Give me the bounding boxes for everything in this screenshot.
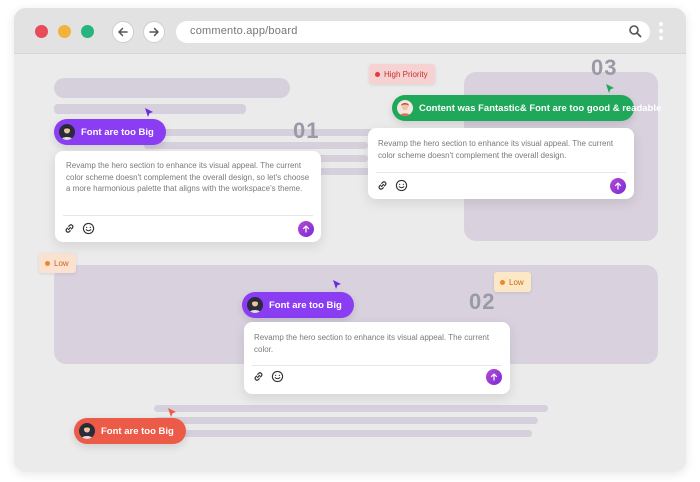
- priority-dot: [500, 279, 505, 285]
- placeholder-bar: [154, 417, 538, 424]
- search-icon[interactable]: [628, 24, 642, 38]
- section-number: 01: [293, 118, 320, 143]
- comment-pill-label: Font are too Big: [269, 299, 342, 311]
- comment-card: Revamp the hero section to enhance its v…: [368, 128, 634, 199]
- priority-dot: [375, 71, 380, 77]
- emoji-icon[interactable]: [271, 370, 284, 383]
- comment-pill-label: Font are too Big: [101, 425, 174, 437]
- comment-card: Revamp the hero section to enhance its v…: [55, 151, 321, 242]
- arrow-up-icon: [614, 182, 622, 190]
- placeholder-bar: [54, 78, 290, 98]
- comment-pill[interactable]: Font are too Big: [74, 418, 186, 444]
- cursor-pointer-icon: [333, 280, 341, 289]
- emoji-icon[interactable]: [82, 222, 95, 235]
- section-number: 02: [469, 289, 496, 314]
- arrow-right-icon: [149, 27, 159, 37]
- cursor-pointer-icon: [606, 84, 614, 93]
- comment-pill[interactable]: Font are too Big: [242, 292, 354, 318]
- send-button[interactable]: [298, 221, 314, 237]
- arrow-up-icon: [302, 225, 310, 233]
- avatar: [79, 423, 95, 439]
- link-icon[interactable]: [252, 370, 265, 383]
- avatar: [247, 297, 263, 313]
- emoji-icon[interactable]: [395, 179, 408, 192]
- browser-window: commento.app/board 01 03 02 High Priorit…: [14, 8, 686, 472]
- priority-dot: [45, 260, 50, 266]
- priority-tag-high: High Priority: [369, 64, 435, 84]
- tag-label: Low: [509, 277, 524, 287]
- minimize-window-button[interactable]: [58, 25, 71, 38]
- send-button[interactable]: [486, 369, 502, 385]
- maximize-window-button[interactable]: [81, 25, 94, 38]
- comment-pill[interactable]: Font are too Big: [54, 119, 166, 145]
- back-button[interactable]: [112, 21, 134, 43]
- close-window-button[interactable]: [35, 25, 48, 38]
- comment-pill-label: Content was Fantastic& Font are too good…: [419, 102, 662, 114]
- address-bar[interactable]: commento.app/board: [176, 21, 650, 43]
- kebab-icon[interactable]: [657, 20, 665, 44]
- avatar: [397, 100, 413, 116]
- priority-tag-low: Low: [494, 272, 531, 292]
- comment-card: Revamp the hero section to enhance its v…: [244, 322, 510, 394]
- section-number: 03: [591, 55, 618, 80]
- placeholder-bar: [154, 405, 548, 412]
- forward-button[interactable]: [143, 21, 165, 43]
- browser-toolbar: commento.app/board: [14, 8, 686, 54]
- avatar: [59, 124, 75, 140]
- link-icon[interactable]: [376, 179, 389, 192]
- comment-text: Revamp the hero section to enhance its v…: [378, 139, 614, 160]
- url-text: commento.app/board: [190, 25, 298, 37]
- priority-tag-low: Low: [39, 253, 76, 273]
- tag-label: High Priority: [384, 69, 428, 79]
- divider: [376, 172, 626, 173]
- arrow-left-icon: [118, 27, 128, 37]
- comment-pill-label: Font are too Big: [81, 126, 154, 138]
- placeholder-bar: [154, 430, 532, 437]
- tag-label: Low: [54, 258, 69, 268]
- arrow-up-icon: [490, 373, 498, 381]
- divider: [252, 365, 502, 366]
- comment-pill[interactable]: Content was Fantastic& Font are too good…: [392, 95, 661, 121]
- comment-text: Revamp the hero section to enhance its v…: [254, 333, 490, 354]
- comment-text: Revamp the hero section to enhance its v…: [66, 161, 310, 193]
- link-icon[interactable]: [63, 222, 76, 235]
- divider: [63, 215, 313, 216]
- placeholder-bar: [144, 129, 380, 136]
- cursor-pointer-icon: [145, 108, 153, 117]
- send-button[interactable]: [610, 178, 626, 194]
- placeholder-bar: [144, 142, 368, 149]
